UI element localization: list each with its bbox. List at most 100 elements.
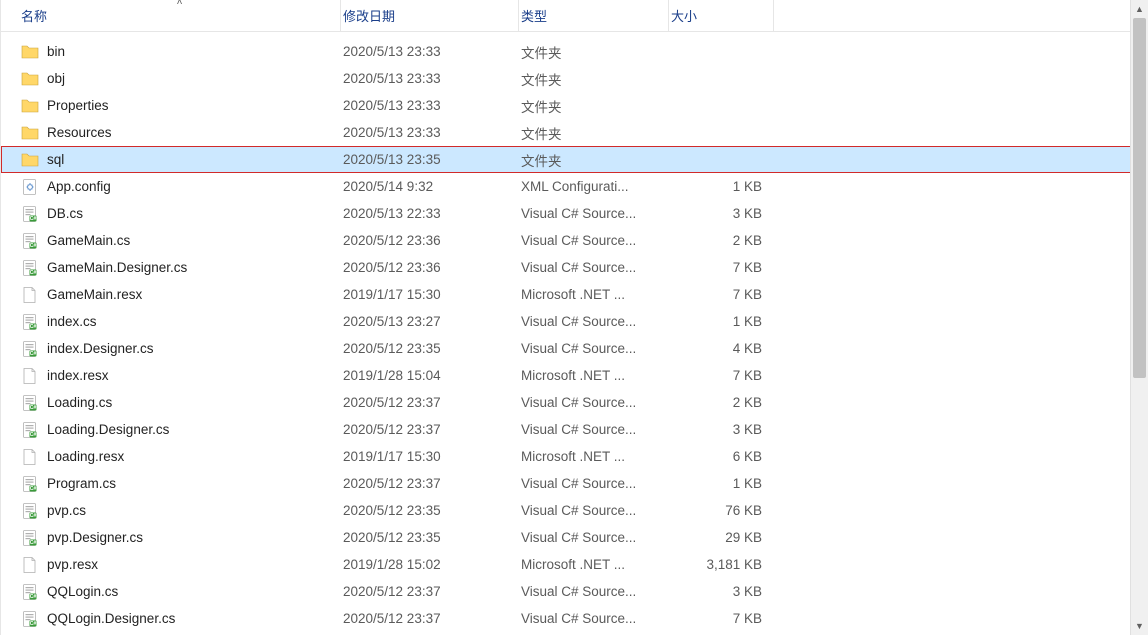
cs-icon: C# xyxy=(21,475,39,493)
file-row[interactable]: Loading.resx2019/1/17 15:30Microsoft .NE… xyxy=(1,443,1148,470)
file-name-label: sql xyxy=(47,152,64,167)
scroll-down-button[interactable]: ▼ xyxy=(1131,617,1148,635)
column-header-row: 名称 ˄ 修改日期 类型 大小 xyxy=(1,0,1148,32)
file-size-cell: 3,181 KB xyxy=(669,557,774,572)
file-name-label: App.config xyxy=(47,179,111,194)
svg-text:C#: C# xyxy=(30,324,37,330)
file-row[interactable]: C#DB.cs2020/5/13 22:33Visual C# Source..… xyxy=(1,200,1148,227)
scroll-up-button[interactable]: ▲ xyxy=(1131,0,1148,18)
file-date-cell: 2020/5/12 23:35 xyxy=(341,341,519,356)
file-name-cell: bin xyxy=(19,43,341,61)
cs-icon: C# xyxy=(21,340,39,358)
file-size-cell: 29 KB xyxy=(669,530,774,545)
file-type-cell: 文件夹 xyxy=(519,69,669,89)
file-size-cell: 1 KB xyxy=(669,314,774,329)
file-size-cell: 7 KB xyxy=(669,368,774,383)
file-row[interactable]: C#Program.cs2020/5/12 23:37Visual C# Sou… xyxy=(1,470,1148,497)
file-date-cell: 2020/5/13 23:27 xyxy=(341,314,519,329)
file-row[interactable]: obj2020/5/13 23:33文件夹 xyxy=(1,65,1148,92)
svg-text:C#: C# xyxy=(30,513,37,519)
file-row[interactable]: C#GameMain.Designer.cs2020/5/12 23:36Vis… xyxy=(1,254,1148,281)
scroll-track[interactable] xyxy=(1131,18,1148,617)
file-date-cell: 2019/1/28 15:04 xyxy=(341,368,519,383)
file-name-cell: Resources xyxy=(19,124,341,142)
column-header-type[interactable]: 类型 xyxy=(519,0,669,31)
file-row[interactable]: C#QQLogin.Designer.cs2020/5/12 23:37Visu… xyxy=(1,605,1148,632)
file-name-cell: C# pvp.Designer.cs xyxy=(19,529,341,547)
file-name-label: obj xyxy=(47,71,65,86)
file-type-cell: Visual C# Source... xyxy=(519,341,669,356)
file-row[interactable]: sql2020/5/13 23:35文件夹 xyxy=(1,146,1148,173)
file-row[interactable]: C#pvp.Designer.cs2020/5/12 23:35Visual C… xyxy=(1,524,1148,551)
file-size-cell: 7 KB xyxy=(669,287,774,302)
file-row[interactable]: pvp.resx2019/1/28 15:02Microsoft .NET ..… xyxy=(1,551,1148,578)
file-row[interactable]: index.resx2019/1/28 15:04Microsoft .NET … xyxy=(1,362,1148,389)
file-row[interactable]: bin2020/5/13 23:33文件夹 xyxy=(1,38,1148,65)
cs-icon: C# xyxy=(21,232,39,250)
chevron-down-icon: ▼ xyxy=(1135,621,1144,631)
column-header-size[interactable]: 大小 xyxy=(669,0,774,31)
file-name-label: GameMain.Designer.cs xyxy=(47,260,187,275)
cs-icon: C# xyxy=(21,421,39,439)
file-name-label: DB.cs xyxy=(47,206,83,221)
file-name-label: pvp.resx xyxy=(47,557,98,572)
file-row[interactable]: C#QQLogin.cs2020/5/12 23:37Visual C# Sou… xyxy=(1,578,1148,605)
file-date-cell: 2020/5/12 23:36 xyxy=(341,233,519,248)
svg-text:C#: C# xyxy=(30,270,37,276)
file-name-label: index.cs xyxy=(47,314,97,329)
column-header-name[interactable]: 名称 ˄ xyxy=(19,0,341,31)
cs-icon: C# xyxy=(21,529,39,547)
file-name-label: Resources xyxy=(47,125,112,140)
file-name-label: Loading.cs xyxy=(47,395,112,410)
file-row[interactable]: GameMain.resx2019/1/17 15:30Microsoft .N… xyxy=(1,281,1148,308)
file-type-cell: Visual C# Source... xyxy=(519,233,669,248)
file-row[interactable]: C# GameMain.cs 2020/5/12 23:36Visual C# So… xyxy=(1,227,1148,254)
folder-icon xyxy=(21,124,39,142)
file-name-label: QQLogin.cs xyxy=(47,584,118,599)
file-size-cell: 3 KB xyxy=(669,584,774,599)
file-row[interactable]: Resources2020/5/13 23:33文件夹 xyxy=(1,119,1148,146)
file-date-cell: 2020/5/12 23:37 xyxy=(341,476,519,491)
file-size-cell: 2 KB xyxy=(669,233,774,248)
file-name-label: Loading.Designer.cs xyxy=(47,422,169,437)
svg-text:C#: C# xyxy=(30,540,37,546)
file-date-cell: 2020/5/12 23:37 xyxy=(341,611,519,626)
file-size-cell: 1 KB xyxy=(669,476,774,491)
file-date-cell: 2020/5/12 23:37 xyxy=(341,584,519,599)
file-type-cell: Microsoft .NET ... xyxy=(519,449,669,464)
column-header-size-label: 大小 xyxy=(671,6,697,25)
file-type-cell: Visual C# Source... xyxy=(519,422,669,437)
file-date-cell: 2019/1/17 15:30 xyxy=(341,287,519,302)
file-row[interactable]: C#pvp.cs2020/5/12 23:35Visual C# Source.… xyxy=(1,497,1148,524)
scroll-thumb[interactable] xyxy=(1133,18,1146,378)
column-header-type-label: 类型 xyxy=(521,6,547,25)
file-type-cell: Visual C# Source... xyxy=(519,611,669,626)
config-icon xyxy=(21,178,39,196)
file-row[interactable]: C#Loading.cs2020/5/12 23:37Visual C# Sou… xyxy=(1,389,1148,416)
file-list-body[interactable]: bin2020/5/13 23:33文件夹obj2020/5/13 23:33文… xyxy=(1,32,1148,635)
file-name-label: index.Designer.cs xyxy=(47,341,154,356)
sort-ascending-icon: ˄ xyxy=(177,0,183,8)
file-type-cell: Visual C# Source... xyxy=(519,395,669,410)
file-date-cell: 2020/5/12 23:37 xyxy=(341,395,519,410)
file-size-cell: 3 KB xyxy=(669,206,774,221)
cs-icon: C# xyxy=(21,502,39,520)
file-name-label: GameMain.cs xyxy=(47,233,130,248)
file-name-cell: C# GameMain.Designer.cs xyxy=(19,259,341,277)
vertical-scrollbar[interactable]: ▲ ▼ xyxy=(1130,0,1148,635)
file-name-cell: pvp.resx xyxy=(19,556,341,574)
file-icon xyxy=(21,367,39,385)
file-date-cell: 2020/5/13 22:33 xyxy=(341,206,519,221)
column-header-date[interactable]: 修改日期 xyxy=(341,0,519,31)
file-row[interactable]: Properties2020/5/13 23:33文件夹 xyxy=(1,92,1148,119)
file-name-label: pvp.Designer.cs xyxy=(47,530,143,545)
file-name-label: Loading.resx xyxy=(47,449,124,464)
file-type-cell: Visual C# Source... xyxy=(519,260,669,275)
file-row[interactable]: C#Loading.Designer.cs2020/5/12 23:37Visu… xyxy=(1,416,1148,443)
file-row[interactable]: C# index.Designer.cs 2020/5/12 23:35Visual… xyxy=(1,335,1148,362)
svg-text:C#: C# xyxy=(30,621,37,627)
file-date-cell: 2019/1/28 15:02 xyxy=(341,557,519,572)
cs-icon: C# xyxy=(21,205,39,223)
file-row[interactable]: App.config2020/5/14 9:32XML Configurati.… xyxy=(1,173,1148,200)
file-row[interactable]: C#index.cs2020/5/13 23:27Visual C# Sourc… xyxy=(1,308,1148,335)
